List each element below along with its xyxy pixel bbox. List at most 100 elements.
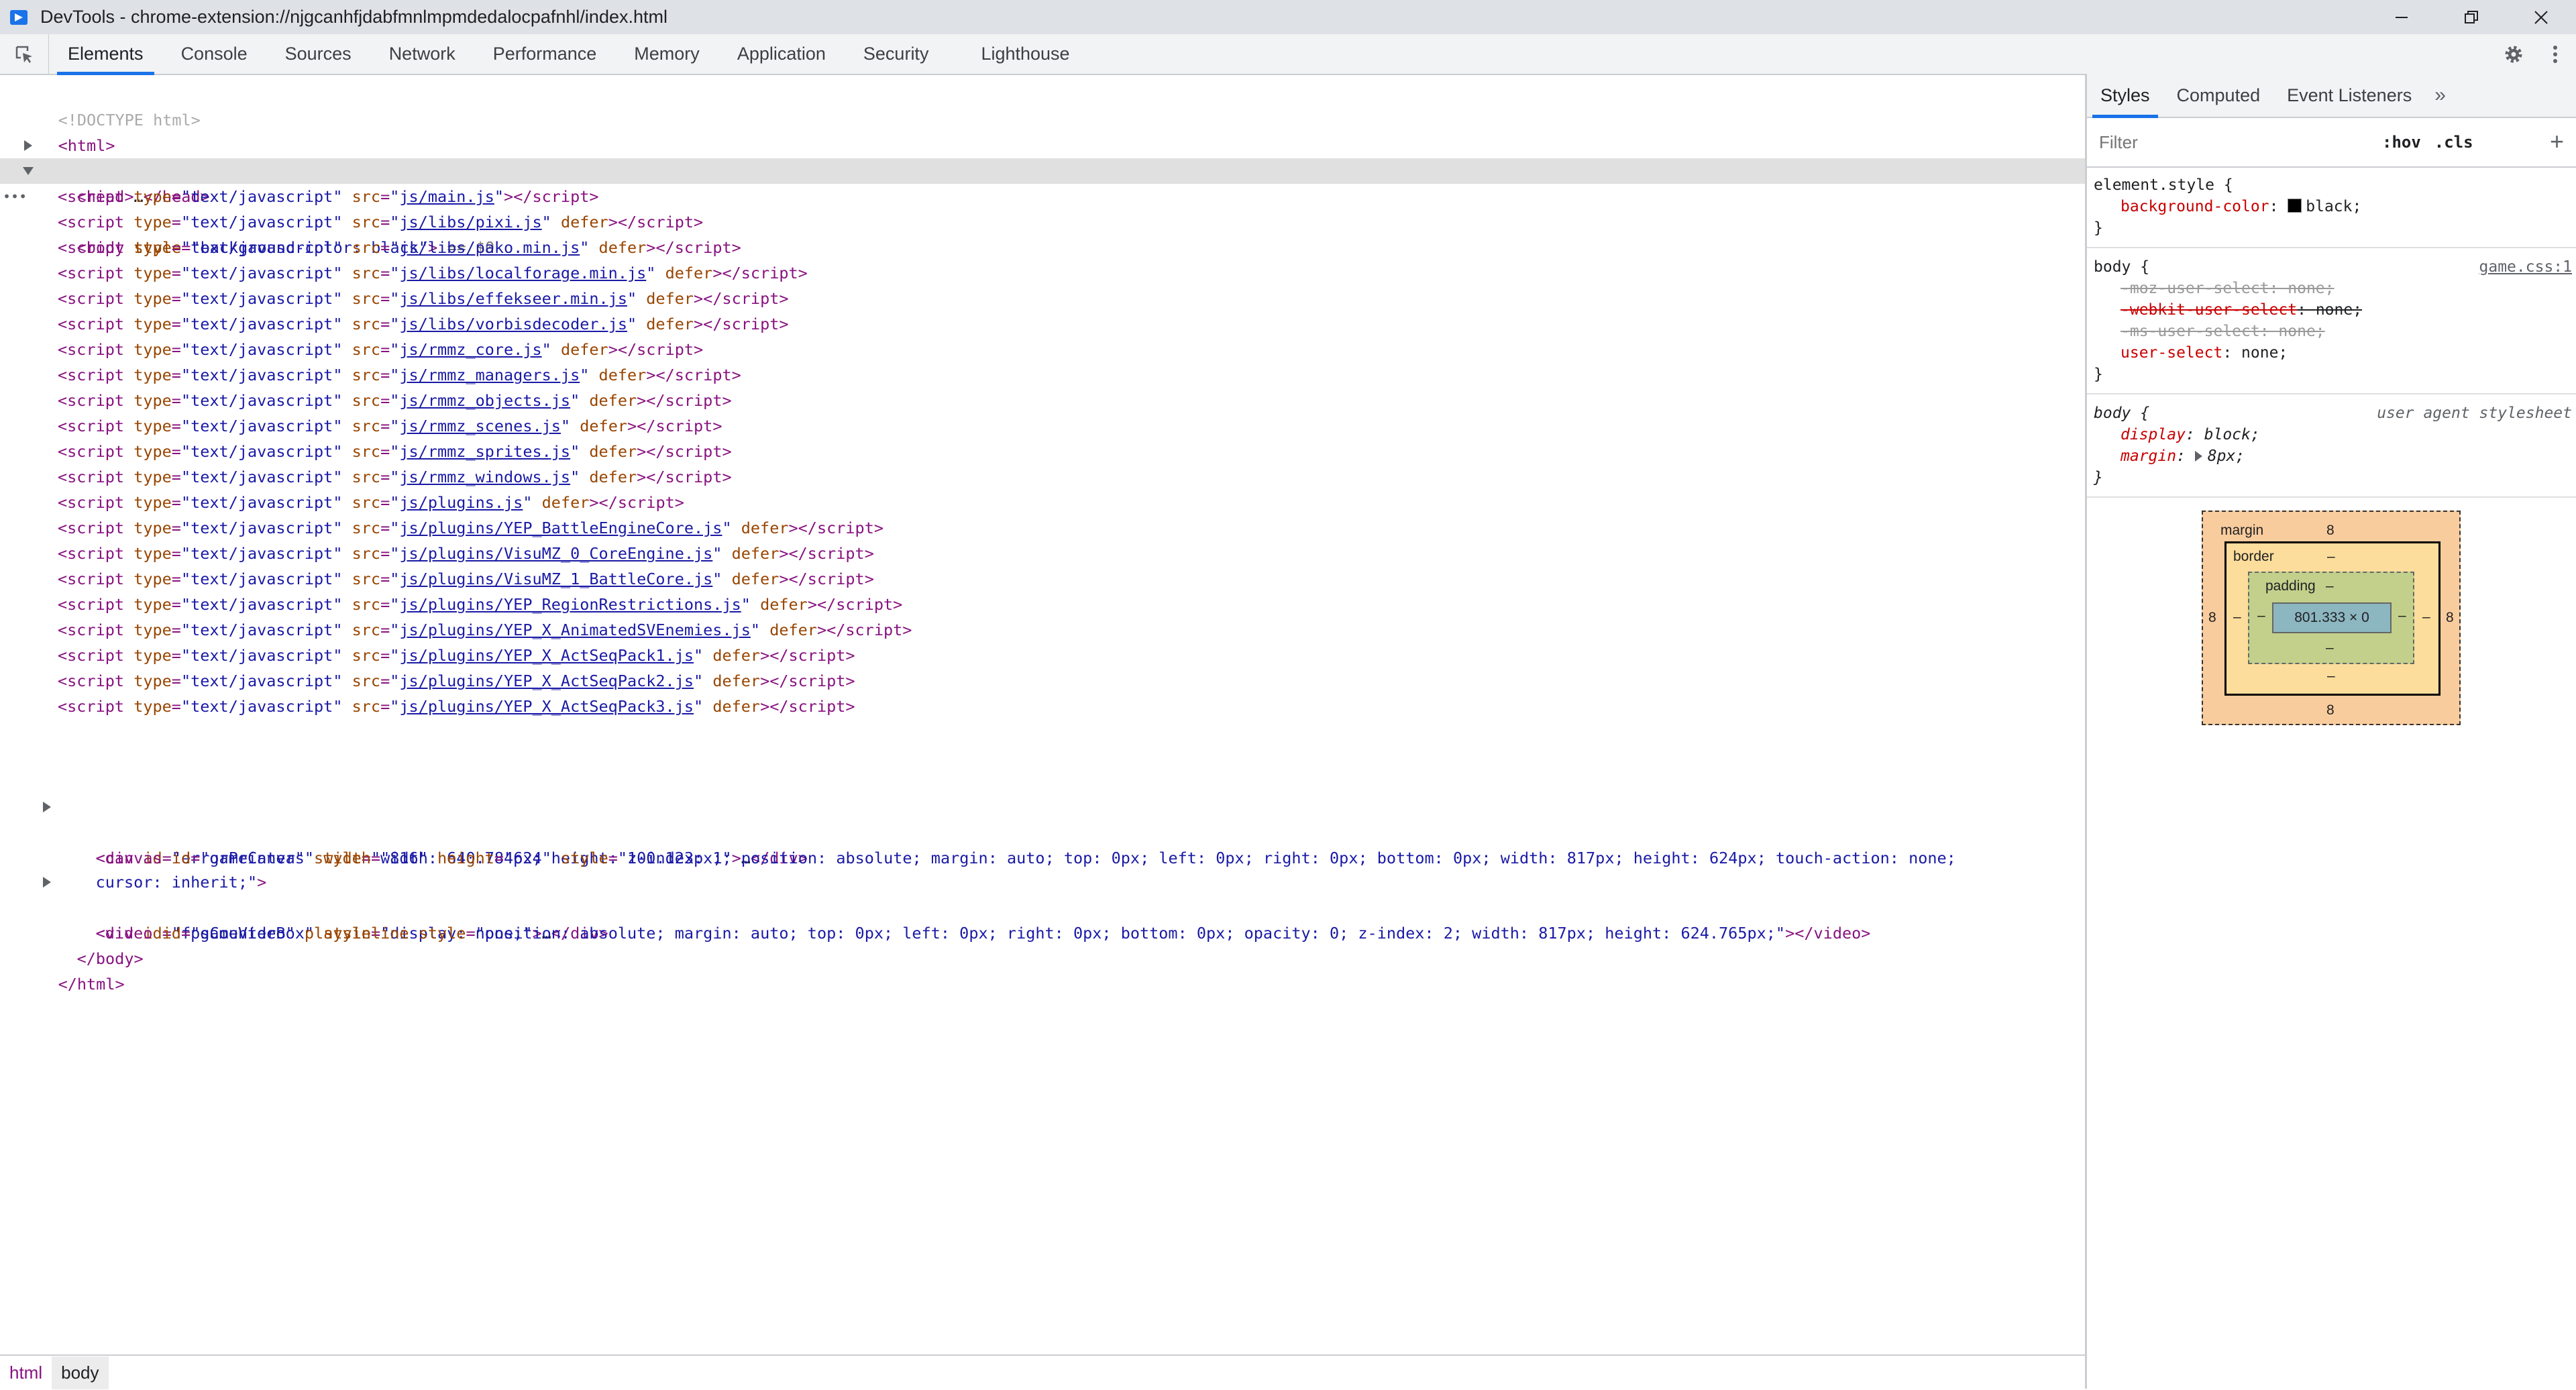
dom-line-script[interactable]: <script type="text/javascript" src="js/p… [0, 668, 2143, 694]
tab-security[interactable]: Security [845, 34, 948, 74]
script-src-link[interactable]: js/plugins/YEP_RegionRestrictions.js [399, 595, 741, 614]
minimize-button[interactable] [2367, 0, 2436, 34]
dom-line-script[interactable]: <script type="text/javascript" src="js/p… [0, 566, 2143, 592]
declaration-user-select[interactable]: user-select: none; [2094, 342, 2576, 364]
more-options-button[interactable] [2534, 34, 2576, 74]
declaration-webkit-user-select[interactable]: -webkit-user-select: none; [2094, 299, 2576, 321]
tab-styles[interactable]: Styles [2087, 74, 2163, 118]
tab-console[interactable]: Console [162, 34, 266, 74]
prop-name[interactable]: -moz-user-select [2121, 280, 2269, 297]
declaration-ms-user-select[interactable]: -ms-user-select: none; [2094, 321, 2576, 342]
prop-value[interactable]: none; [2288, 280, 2334, 297]
body-selector[interactable]: body { [2094, 258, 2149, 276]
tab-network[interactable]: Network [370, 34, 474, 74]
dom-line-script[interactable]: <script type="text/javascript" src="js/p… [0, 617, 2143, 643]
tab-elements[interactable]: Elements [49, 34, 162, 75]
expand-error-printer-icon[interactable] [43, 802, 51, 812]
script-src-link[interactable]: js/plugins/YEP_BattleEngineCore.js [399, 519, 722, 537]
dom-line-script[interactable]: <script type="text/javascript" src="js/r… [0, 362, 2143, 388]
element-style-selector[interactable]: element.style { [2094, 176, 2233, 194]
breadcrumb-html[interactable]: html [0, 1356, 52, 1389]
prop-value[interactable]: black; [2306, 198, 2361, 215]
script-src-link[interactable]: js/plugins/YEP_X_ActSeqPack2.js [399, 672, 694, 690]
dom-line-video[interactable]: <video id="gameVideo" playsinline style=… [0, 895, 2143, 943]
script-src-link[interactable]: js/libs/pako.min.js [399, 238, 580, 257]
box-model-content[interactable]: 801.333 × 0 [2272, 602, 2392, 633]
prop-value[interactable]: none; [2278, 323, 2324, 340]
padding-bottom-value[interactable]: – [2326, 640, 2334, 656]
script-src-link[interactable]: js/libs/pixi.js [399, 213, 541, 231]
prop-name[interactable]: -ms-user-select [2121, 323, 2260, 340]
prop-value[interactable]: none; [2316, 301, 2362, 319]
dom-line-canvas[interactable]: <canvas id="gameCanvas" width="816" heig… [0, 820, 2143, 867]
inspect-element-button[interactable] [0, 34, 49, 74]
declaration-moz-user-select[interactable]: -moz-user-select: none; [2094, 278, 2576, 299]
script-src-link[interactable]: js/rmmz_sprites.js [399, 442, 570, 461]
script-src-link[interactable]: js/rmmz_objects.js [399, 391, 570, 410]
dom-line-script[interactable]: <script type="text/javascript" src="js/p… [0, 592, 2143, 617]
prop-value[interactable]: none; [2241, 344, 2288, 362]
dom-line-error-printer[interactable]: <div id="errorPrinter" style="width: 640… [0, 794, 2143, 867]
script-src-link[interactable]: js/plugins/VisuMZ_1_BattleCore.js [399, 570, 712, 588]
dom-line-script[interactable]: <script type="text/javascript" src="js/l… [0, 209, 2143, 235]
border-top-value[interactable]: – [2327, 549, 2335, 565]
dom-line-script[interactable]: <script type="text/javascript" src="js/l… [0, 286, 2143, 311]
tab-memory[interactable]: Memory [615, 34, 718, 74]
dom-line-script[interactable]: <script type="text/javascript" src="js/p… [0, 643, 2143, 668]
stylesheet-origin-link[interactable]: game.css:1 [2479, 256, 2572, 278]
tab-computed[interactable]: Computed [2163, 74, 2274, 117]
script-src-link[interactable]: js/plugins/YEP_X_ActSeqPack3.js [399, 697, 694, 716]
dom-line-script[interactable]: <script type="text/javascript" src="js/p… [0, 694, 2143, 719]
script-src-link[interactable]: js/main.js [399, 187, 494, 206]
box-model-border[interactable]: border – – – – padding – – – – 801.333 ×… [2224, 541, 2440, 696]
box-model-padding[interactable]: padding – – – – 801.333 × 0 [2248, 572, 2414, 664]
padding-left-value[interactable]: – [2257, 608, 2265, 624]
script-src-link[interactable]: js/plugins/VisuMZ_0_CoreEngine.js [399, 544, 712, 563]
new-style-rule-button[interactable]: + [2550, 127, 2564, 156]
script-src-link[interactable]: js/plugins/YEP_X_ActSeqPack1.js [399, 646, 694, 665]
dom-line-script[interactable]: <script type="text/javascript" src="js/m… [0, 184, 2143, 209]
dom-line-script[interactable]: <script type="text/javascript" src="js/l… [0, 260, 2143, 286]
script-src-link[interactable]: js/rmmz_core.js [399, 340, 541, 359]
dom-line-script[interactable]: <script type="text/javascript" src="js/p… [0, 490, 2143, 515]
prop-name[interactable]: background-color [2121, 198, 2269, 215]
prop-name[interactable]: user-select [2121, 344, 2222, 362]
expand-head-icon[interactable] [24, 140, 32, 151]
dom-line-html[interactable]: <html> [0, 107, 2105, 155]
settings-button[interactable] [2493, 34, 2534, 74]
dom-line-script[interactable]: <script type="text/javascript" src="js/r… [0, 413, 2143, 439]
box-model-margin[interactable]: margin 8 8 8 8 border – – – – padding – … [2202, 511, 2461, 725]
dom-line-script[interactable]: <script type="text/javascript" src="js/p… [0, 541, 2143, 566]
dom-line-script[interactable]: <script type="text/javascript" src="js/r… [0, 464, 2143, 490]
close-button[interactable] [2506, 0, 2576, 34]
script-src-link[interactable]: js/libs/localforage.min.js [399, 264, 646, 282]
styles-filter-input[interactable] [2098, 131, 2369, 154]
expand-shorthand-icon[interactable] [2194, 451, 2202, 462]
script-src-link[interactable]: js/rmmz_managers.js [399, 366, 580, 384]
dom-line-script[interactable]: <script type="text/javascript" src="js/r… [0, 439, 2143, 464]
more-tabs-chevron-icon[interactable]: » [2425, 74, 2455, 117]
cls-toggle-button[interactable]: .cls [2434, 133, 2473, 152]
script-src-link[interactable]: js/libs/vorbisdecoder.js [399, 315, 627, 333]
breadcrumb-body[interactable]: body [52, 1356, 109, 1389]
hov-toggle-button[interactable]: :hov [2382, 133, 2421, 152]
collapse-body-icon[interactable] [23, 167, 34, 175]
border-bottom-value[interactable]: – [2327, 668, 2335, 684]
color-swatch-icon[interactable] [2288, 199, 2302, 213]
dom-line-head[interactable]: <head>…</head> [0, 133, 2124, 206]
tab-application[interactable]: Application [718, 34, 845, 74]
border-right-value[interactable]: – [2422, 609, 2430, 625]
dom-line-html-close[interactable]: </html> [0, 946, 2105, 994]
script-src-link[interactable]: js/plugins/YEP_X_AnimatedSVEnemies.js [399, 621, 750, 639]
padding-top-value[interactable]: – [2326, 578, 2334, 594]
content-size-value[interactable]: 801.333 × 0 [2294, 610, 2369, 626]
tab-sources[interactable]: Sources [266, 34, 370, 74]
margin-top-value[interactable]: 8 [2326, 523, 2334, 539]
script-src-link[interactable]: js/libs/effekseer.min.js [399, 289, 627, 308]
expand-fps-box-icon[interactable] [43, 877, 51, 888]
border-left-value[interactable]: – [2233, 609, 2241, 625]
dom-line-body-close[interactable]: </body> [0, 920, 2124, 968]
dom-line-script[interactable]: <script type="text/javascript" src="js/l… [0, 235, 2143, 260]
margin-bottom-value[interactable]: 8 [2326, 702, 2334, 718]
margin-right-value[interactable]: 8 [2446, 610, 2454, 626]
